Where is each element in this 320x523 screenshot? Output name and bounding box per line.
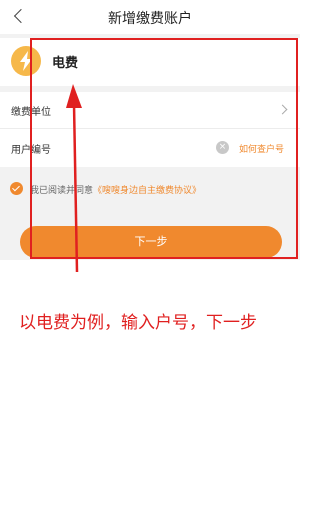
account-number-input[interactable] bbox=[80, 136, 208, 160]
how-to-find-account-link[interactable]: 如何查户号 bbox=[239, 142, 284, 155]
account-number-row: 用户编号 × 如何查户号 bbox=[0, 130, 300, 167]
agreement-text: 我已阅读并同意《嗖嗖身边自主缴费协议》 bbox=[30, 183, 201, 196]
header: 新增缴费账户 bbox=[0, 0, 300, 34]
page-title: 新增缴费账户 bbox=[108, 11, 192, 27]
payment-unit-row[interactable]: 缴费单位 bbox=[0, 92, 300, 129]
next-button[interactable]: 下一步 bbox=[20, 226, 282, 258]
bill-type-name: 电费 bbox=[52, 56, 79, 71]
agreement-prefix: 我已阅读并同意 bbox=[30, 186, 94, 196]
chevron-right-icon bbox=[277, 104, 288, 115]
account-form: 缴费单位 用户编号 × 如何查户号 bbox=[0, 92, 300, 167]
agreement-link[interactable]: 《嗖嗖身边自主缴费协议》 bbox=[93, 186, 201, 196]
agreement: 我已阅读并同意《嗖嗖身边自主缴费协议》 bbox=[10, 181, 290, 197]
bill-type-card: 电费 bbox=[0, 38, 300, 86]
lightning-bolt-icon bbox=[11, 46, 41, 76]
account-number-label: 用户编号 bbox=[11, 145, 51, 156]
payment-unit-label: 缴费单位 bbox=[11, 107, 51, 118]
clear-icon[interactable]: × bbox=[216, 141, 229, 154]
agreement-checkbox[interactable] bbox=[10, 182, 23, 195]
annotation-text: 以电费为例，输入户号，下一步 bbox=[19, 313, 257, 333]
